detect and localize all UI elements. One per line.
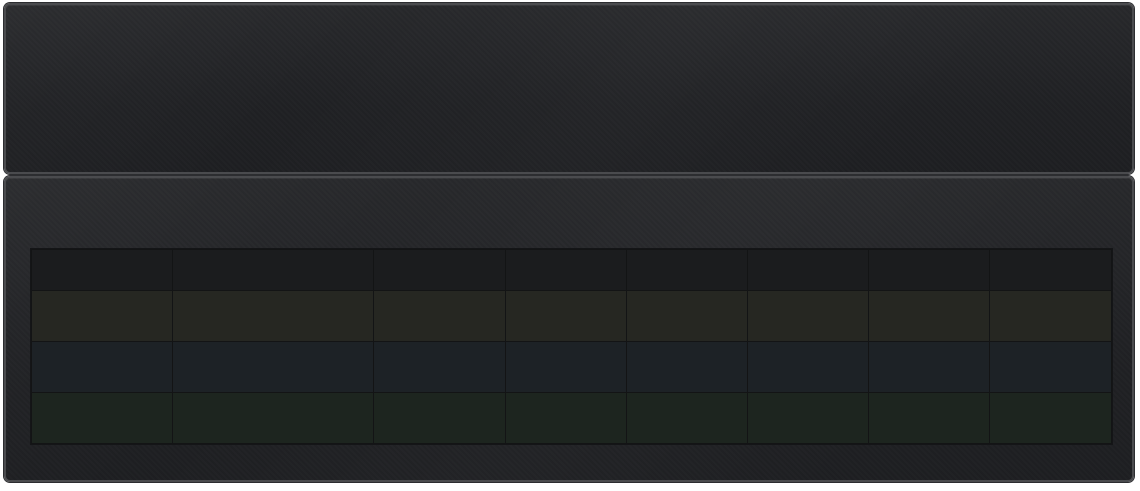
bottom-panel xyxy=(4,176,1134,482)
table-cell xyxy=(172,290,374,342)
table-cell xyxy=(626,290,748,342)
table-cell xyxy=(172,392,374,444)
table-cell xyxy=(868,392,990,444)
header-cell xyxy=(373,249,506,291)
table-cell xyxy=(31,341,173,393)
table-cell xyxy=(31,392,173,444)
table-row xyxy=(31,290,1112,342)
header-cell xyxy=(626,249,748,291)
table-cell xyxy=(989,290,1112,342)
table-cell xyxy=(31,290,173,342)
table-row xyxy=(31,392,1112,444)
table-cell xyxy=(747,392,869,444)
table-cell xyxy=(747,290,869,342)
table-cell xyxy=(505,341,627,393)
header-cell xyxy=(505,249,627,291)
header-cell xyxy=(172,249,374,291)
table-cell xyxy=(989,392,1112,444)
table-cell xyxy=(373,341,506,393)
table-header-row xyxy=(31,249,1112,291)
table-cell xyxy=(505,290,627,342)
header-cell xyxy=(868,249,990,291)
table-cell xyxy=(868,341,990,393)
table-row xyxy=(31,341,1112,393)
header-cell xyxy=(31,249,173,291)
table-cell xyxy=(989,341,1112,393)
header-cell xyxy=(747,249,869,291)
table-cell xyxy=(626,341,748,393)
table-cell xyxy=(373,392,506,444)
table-cell xyxy=(373,290,506,342)
table-cell xyxy=(172,341,374,393)
data-grid xyxy=(31,249,1112,444)
table-cell xyxy=(626,392,748,444)
top-panel xyxy=(4,3,1134,174)
table-cell xyxy=(868,290,990,342)
table-cell xyxy=(505,392,627,444)
table-cell xyxy=(747,341,869,393)
header-cell xyxy=(989,249,1112,291)
